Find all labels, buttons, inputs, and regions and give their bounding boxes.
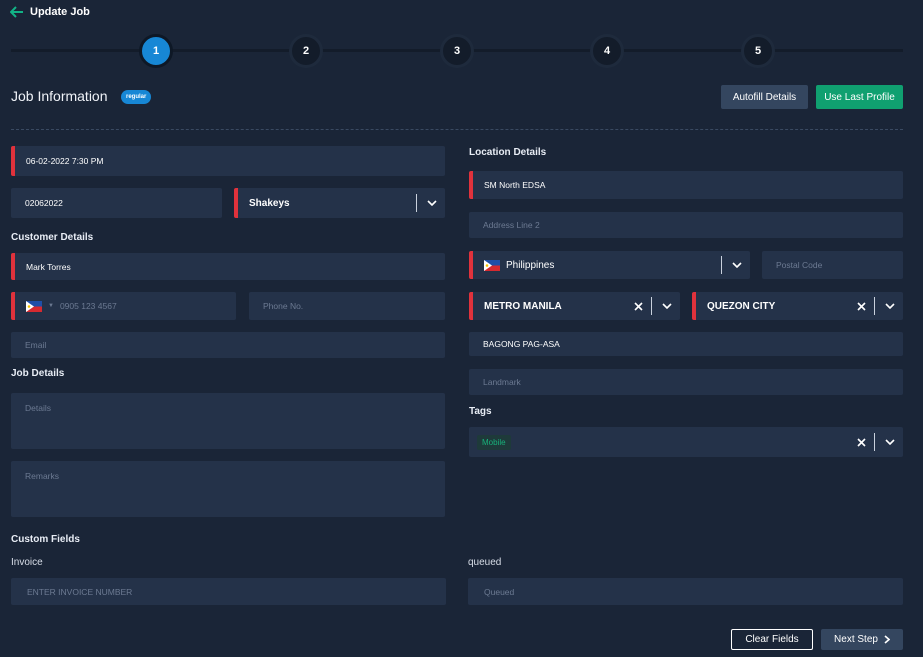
location-details-title: Location Details — [469, 147, 547, 158]
barangay-field[interactable]: BAGONG PAG-ASA — [469, 332, 903, 356]
select-divider — [416, 194, 417, 212]
custom-fields-title: Custom Fields — [11, 534, 80, 545]
city-select[interactable]: QUEZON CITY — [692, 292, 903, 320]
step-4[interactable]: 4 — [590, 34, 624, 68]
details-textarea[interactable]: Details — [11, 393, 445, 449]
landmark-field[interactable]: Landmark — [469, 369, 903, 395]
postal-code-field[interactable]: Postal Code — [762, 251, 903, 279]
region-select[interactable]: METRO MANILA — [469, 292, 680, 320]
tags-select[interactable]: Mobile — [469, 427, 903, 457]
chevron-down-icon[interactable] — [877, 303, 903, 309]
page-title: Update Job — [30, 6, 90, 18]
step-3[interactable]: 3 — [440, 34, 474, 68]
address-line-1-field[interactable]: SM North EDSA — [469, 171, 903, 199]
step-5[interactable]: 5 — [741, 34, 775, 68]
queued-field[interactable]: Queued — [468, 578, 903, 605]
chevron-down-icon[interactable] — [654, 303, 680, 309]
queued-label: queued — [468, 557, 502, 568]
step-2[interactable]: 2 — [289, 34, 323, 68]
select-divider — [651, 297, 652, 315]
clear-fields-button[interactable]: Clear Fields — [731, 629, 813, 650]
chevron-right-icon — [884, 635, 890, 644]
autofill-button[interactable]: Autofill Details — [721, 85, 808, 109]
philippines-flag-icon[interactable] — [26, 300, 42, 312]
clear-icon[interactable] — [850, 301, 872, 311]
section-title: Job Information — [11, 88, 108, 104]
use-last-profile-button[interactable]: Use Last Profile — [816, 85, 903, 109]
country-select[interactable]: Philippines — [469, 251, 750, 279]
tags-title: Tags — [469, 406, 492, 417]
next-step-label: Next Step — [834, 634, 878, 645]
clear-icon[interactable] — [627, 301, 649, 311]
chevron-down-icon[interactable] — [724, 262, 750, 268]
mobile-field[interactable]: ▼ 0905 123 4567 — [11, 292, 236, 320]
customer-details-title: Customer Details — [11, 232, 94, 243]
invoice-label: Invoice — [11, 557, 43, 568]
address-line-2-field[interactable]: Address Line 2 — [469, 212, 903, 238]
invoice-field[interactable]: ENTER INVOICE NUMBER — [11, 578, 446, 605]
select-divider — [721, 256, 722, 274]
clear-icon[interactable] — [850, 437, 872, 447]
select-divider — [874, 297, 875, 315]
type-badge: regular — [121, 90, 152, 104]
section-divider — [11, 129, 903, 130]
store-select[interactable]: Shakeys — [234, 188, 445, 218]
phone-field[interactable]: Phone No. — [249, 292, 445, 320]
chevron-down-icon[interactable] — [419, 200, 445, 206]
tag-chip[interactable]: Mobile — [477, 434, 511, 450]
job-details-title: Job Details — [11, 368, 65, 379]
job-number-field[interactable]: 02062022 — [11, 188, 222, 218]
remarks-textarea[interactable]: Remarks — [11, 461, 445, 517]
datetime-field[interactable]: 06-02-2022 7:30 PM — [11, 146, 445, 176]
select-divider — [874, 433, 875, 451]
chevron-down-icon[interactable] — [877, 439, 903, 445]
country-code-chevron-icon[interactable]: ▼ — [48, 303, 54, 309]
back-arrow-icon[interactable] — [9, 5, 24, 18]
next-step-button[interactable]: Next Step — [821, 629, 903, 650]
step-1[interactable]: 1 — [139, 34, 173, 68]
customer-name-field[interactable]: Mark Torres — [11, 253, 445, 280]
email-field[interactable]: Email — [11, 332, 445, 358]
philippines-flag-icon — [484, 259, 500, 271]
